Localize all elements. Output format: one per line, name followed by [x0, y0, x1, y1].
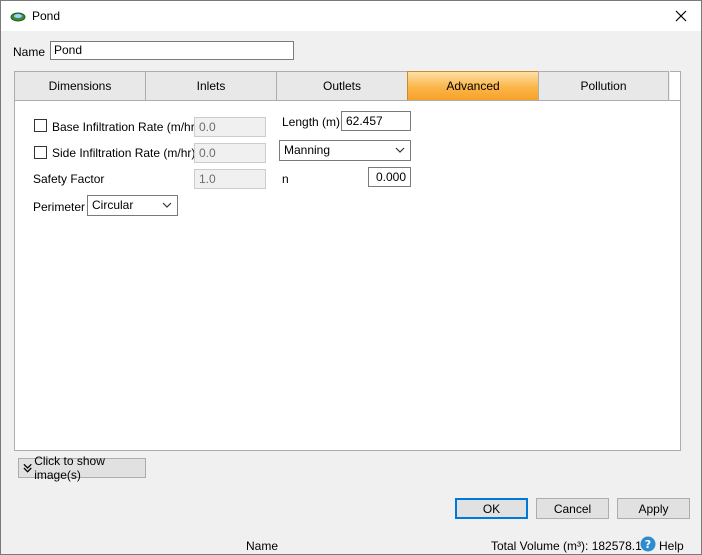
side-infiltration-checkbox[interactable] [34, 146, 47, 159]
base-infiltration-input[interactable]: 0.0 [194, 117, 266, 137]
pond-dialog: Pond Name Pond Dimensions Inlets Outlets… [0, 0, 702, 555]
pond-app-icon [10, 12, 26, 22]
status-total-volume: Total Volume (m³): 182578.157 [491, 539, 656, 553]
tab-strip-edge [670, 71, 681, 101]
tab-bar: Dimensions Inlets Outlets Advanced Pollu… [14, 71, 669, 101]
name-label: Name [13, 45, 46, 59]
perimeter-selected: Circular [92, 198, 134, 212]
side-infiltration-input[interactable]: 0.0 [194, 143, 266, 163]
show-images-button[interactable]: Click to show image(s) [18, 454, 146, 482]
tab-dimensions[interactable]: Dimensions [14, 71, 145, 101]
tab-inlets[interactable]: Inlets [145, 71, 276, 101]
roughness-method-select[interactable]: Manning [279, 140, 411, 161]
length-input[interactable]: 62.457 [341, 111, 411, 131]
base-infiltration-label: Base Infiltration Rate (m/hr) [52, 120, 199, 134]
roughness-method-selected: Manning [284, 143, 331, 157]
tab-advanced[interactable]: Advanced [407, 71, 538, 101]
perimeter-label: Perimeter [33, 200, 86, 214]
name-input[interactable]: Pond [50, 41, 294, 60]
show-images-label: Click to show image(s) [34, 454, 105, 482]
window-title: Pond [32, 9, 61, 23]
close-icon [675, 10, 687, 22]
base-infiltration-checkbox[interactable] [34, 119, 47, 132]
safety-factor-label: Safety Factor [33, 172, 105, 186]
n-label: n [282, 172, 289, 186]
length-label: Length (m) [282, 115, 341, 129]
help-icon[interactable]: ? [640, 536, 656, 552]
tab-outlets[interactable]: Outlets [276, 71, 407, 101]
safety-factor-input[interactable]: 1.0 [194, 169, 266, 189]
chevron-down-icon [395, 147, 405, 153]
title-bar: Pond [1, 1, 701, 31]
close-button[interactable] [661, 1, 701, 31]
svg-text:?: ? [645, 538, 651, 551]
ok-button[interactable]: OK [455, 498, 528, 519]
double-chevron-down-icon [23, 463, 32, 473]
apply-button[interactable]: Apply [617, 498, 690, 519]
perimeter-select[interactable]: Circular [87, 195, 178, 216]
n-input[interactable]: 0.000 [368, 167, 411, 187]
help-link[interactable]: Help [659, 539, 684, 553]
side-infiltration-label: Side Infiltration Rate (m/hr) [52, 146, 196, 160]
status-name: Name [246, 539, 279, 553]
cancel-button[interactable]: Cancel [536, 498, 609, 519]
chevron-down-icon [162, 202, 172, 208]
tab-pollution[interactable]: Pollution [538, 71, 669, 101]
